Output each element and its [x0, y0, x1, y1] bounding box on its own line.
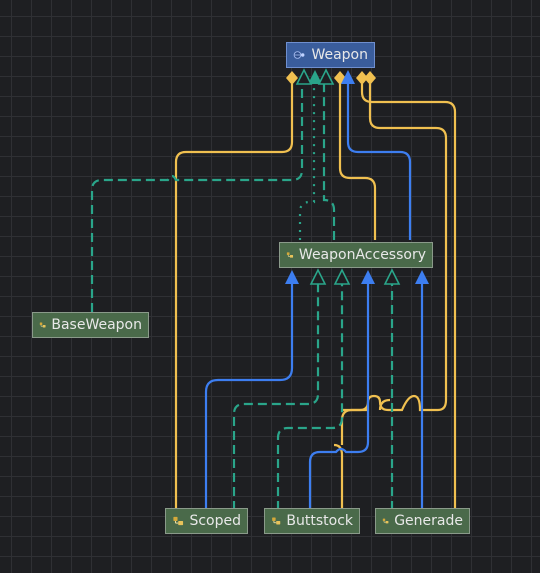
class-icon [272, 517, 281, 525]
arrow-blue-acc-3 [415, 270, 429, 284]
node-weapon-accessory-label: WeaponAccessory [298, 247, 426, 263]
relationship-edges [90, 68, 457, 510]
node-scoped[interactable]: Scoped [165, 508, 248, 534]
node-base-weapon[interactable]: BaseWeapon [32, 312, 149, 338]
node-buttstock[interactable]: Buttstock [264, 508, 360, 534]
node-generade[interactable]: Generade [375, 508, 470, 534]
node-buttstock-label: Buttstock [286, 513, 353, 529]
edge-generade-weapon [360, 84, 457, 510]
node-weapon[interactable]: Weapon [286, 42, 375, 68]
class-icon [286, 252, 294, 258]
arrow-hollow-2 [317, 68, 335, 85]
node-base-weapon-label: BaseWeapon [51, 317, 142, 333]
edge-baseweapon-weapon [90, 84, 304, 312]
arrow-blue-acc-1 [285, 270, 299, 284]
class-icon [173, 516, 184, 526]
edge-buttstock-weapon [333, 398, 391, 510]
edge-accessory-weapon-impl [322, 84, 336, 240]
edge-accessory-weapon-blue [346, 84, 412, 240]
class-icon [39, 322, 46, 328]
arrow-hollow-acc-3 [383, 268, 401, 285]
arrow-hollow-acc-1 [309, 268, 327, 285]
arrow-hollow-acc-2 [333, 268, 351, 285]
interface-icon [293, 51, 305, 59]
arrow-blue-acc-2 [361, 270, 375, 284]
class-icon [382, 518, 389, 524]
node-weapon-label: Weapon [311, 47, 368, 63]
arrow-hollow-1 [295, 68, 313, 85]
node-generade-label: Generade [394, 513, 463, 529]
edge-scoped-accessory-impl [232, 282, 320, 510]
node-scoped-label: Scoped [189, 513, 241, 529]
node-weapon-accessory[interactable]: WeaponAccessory [279, 242, 433, 268]
